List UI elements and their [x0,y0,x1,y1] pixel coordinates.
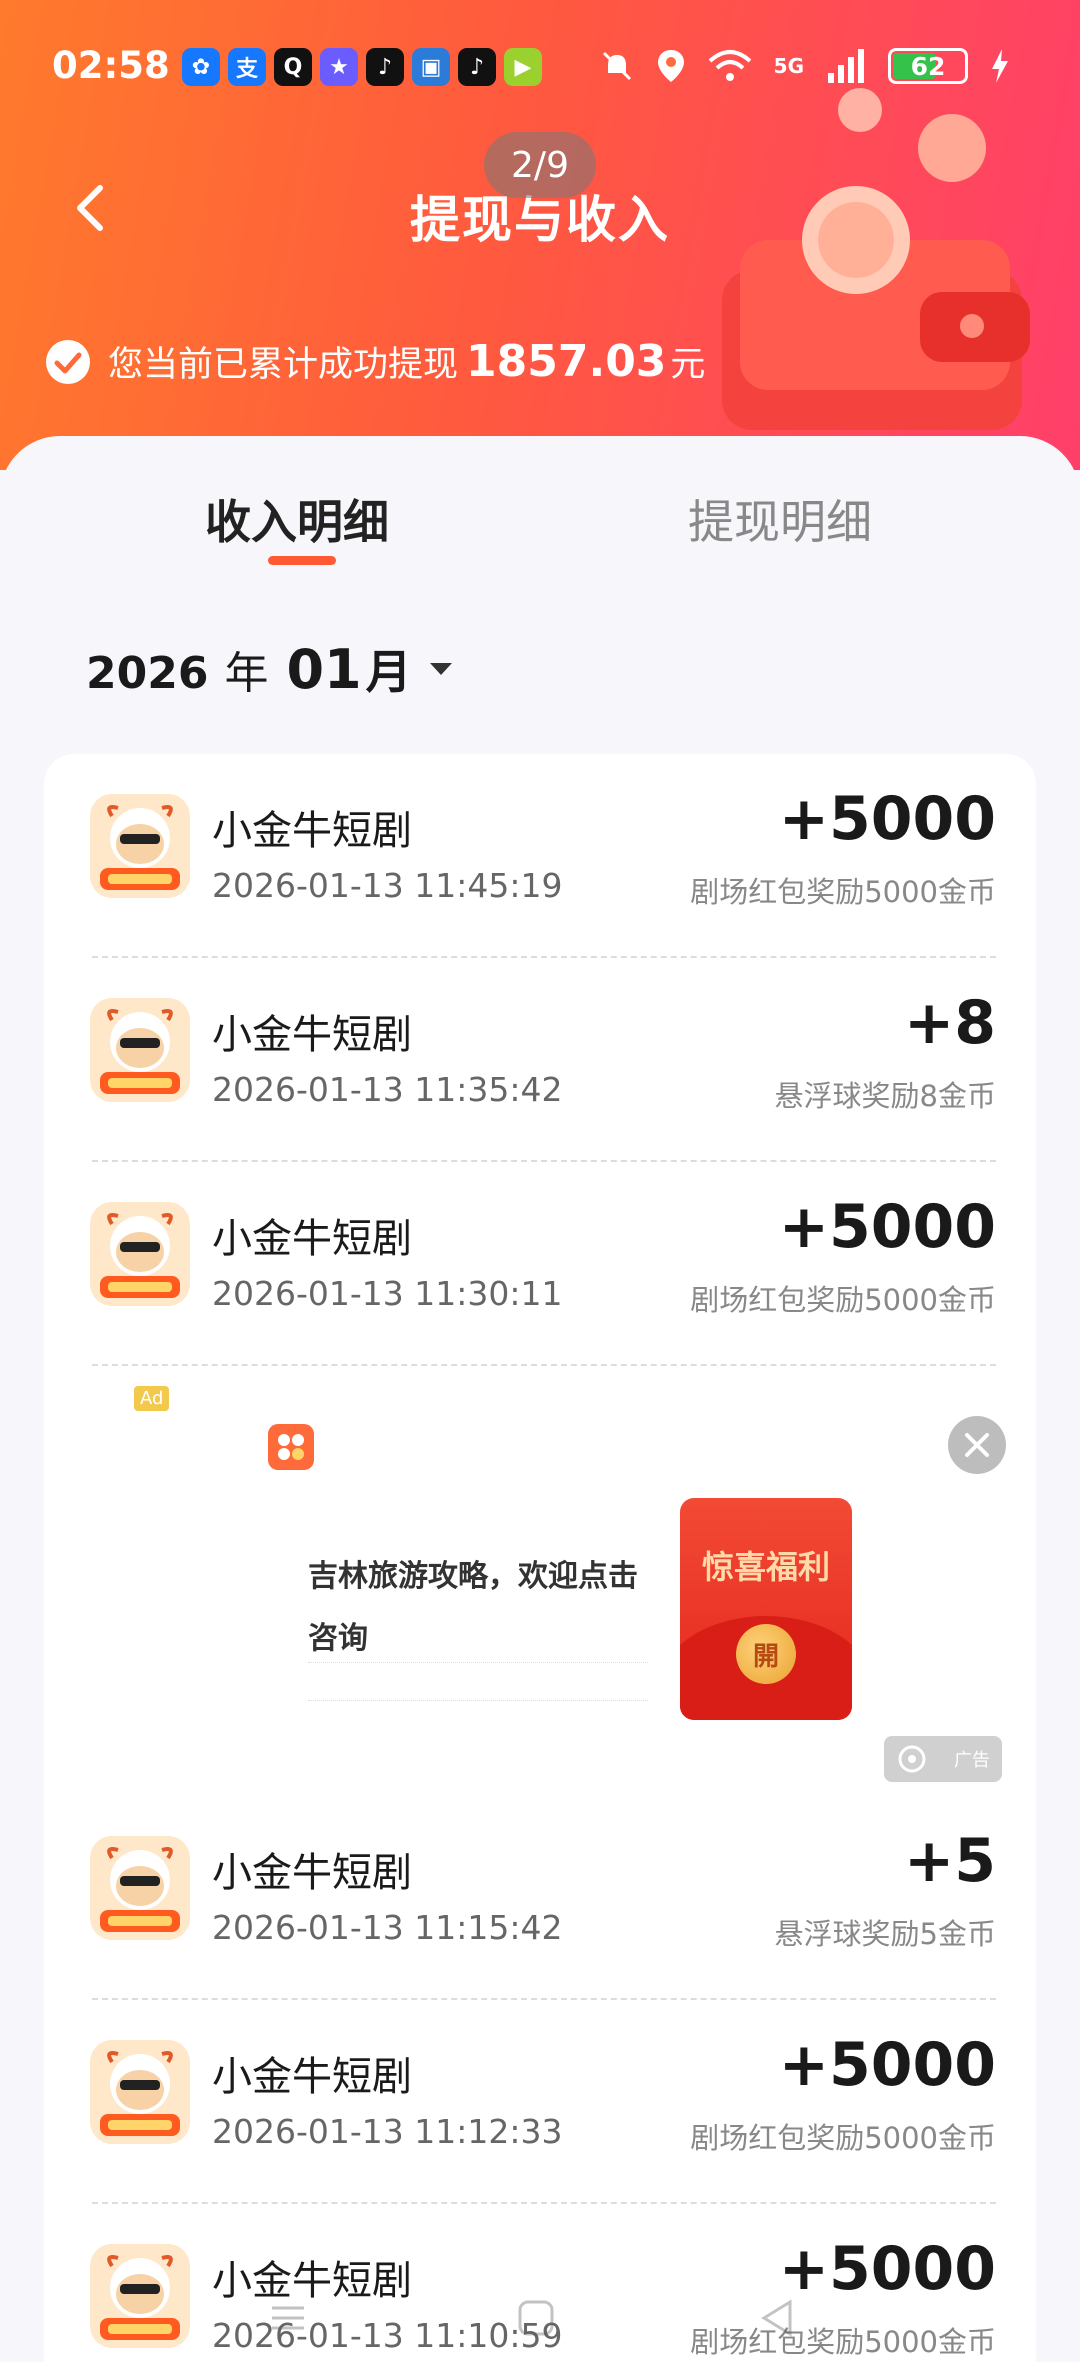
app-logo-icon [90,1202,190,1306]
row-description: 剧场红包奖励5000金币 [690,2325,996,2359]
row-description: 剧场红包奖励5000金币 [690,2121,996,2155]
caret-down-icon [429,663,452,675]
row-description: 剧场红包奖励5000金币 [690,875,996,909]
alipay-app-icon: 支 [228,48,266,86]
ad-headline[interactable]: 吉林旅游攻略，欢迎点击咨询 [308,1546,648,1670]
app-logo-icon [90,1836,190,1940]
status-bar: 02:58 ✿ 支 Q ★ ♪ ▣ ♪ ▶ 5G 62 [0,0,1080,130]
image-page-counter: 2/9 [484,132,596,198]
row-app-name: 小金牛短剧 [212,1012,412,1058]
income-row[interactable]: 小金牛短剧 2026-01-13 11:15:42 +5 悬浮球奖励5金币 [44,1796,1036,2000]
app-logo-icon [90,2244,190,2348]
row-amount: +5000 [778,784,996,854]
row-timestamp: 2026-01-13 11:30:11 [212,1274,563,1313]
tab-withdraw-detail[interactable]: 提现明细 [688,486,872,552]
network-type: 5G [773,54,804,78]
month-number: 01 [286,638,362,701]
row-amount: +5000 [778,2030,996,2100]
battery-indicator: 62 [888,48,968,84]
month-selector[interactable]: 2026 年 01 月 [86,636,454,702]
tiktok-app-icon: ♪ [366,48,404,86]
ad-network-icon [898,1745,926,1773]
app-logo-icon [90,998,190,1102]
home-icon[interactable] [514,2296,558,2340]
wifi-icon [708,50,751,81]
tab-bar: 收入明细 提现明细 [0,436,1080,576]
income-list: 小金牛短剧 2026-01-13 11:45:19 +5000 剧场红包奖励50… [44,754,1036,2362]
row-timestamp: 2026-01-13 11:45:19 [212,866,563,905]
qq-app-icon: Q [274,48,312,86]
row-timestamp: 2026-01-13 11:10:59 [212,2316,563,2355]
income-row[interactable]: 小金牛短剧 2026-01-13 11:30:11 +5000 剧场红包奖励50… [44,1162,1036,1366]
ad-close-button[interactable] [948,1416,1006,1474]
row-amount: +8 [903,988,996,1058]
row-description: 悬浮球奖励8金币 [774,1079,996,1113]
month-suffix: 月 [365,645,412,699]
pinwheel-app-icon: ✿ [182,48,220,86]
check-circle-icon [46,339,90,384]
location-icon [657,50,684,82]
row-app-name: 小金牛短剧 [212,1850,412,1896]
row-timestamp: 2026-01-13 11:12:33 [212,2112,563,2151]
active-tab-indicator [268,556,336,565]
notification-app-icons: ✿ 支 Q ★ ♪ ▣ ♪ ▶ [182,48,542,86]
status-indicators: 5G 62 [600,48,1010,84]
month-year: 2026 [86,648,209,699]
row-timestamp: 2026-01-13 11:15:42 [212,1908,563,1947]
ad-badge: Ad [134,1386,170,1411]
summary-amount: 1857.03 [466,336,667,387]
status-time: 02:58 [52,44,170,87]
year-suffix: 年 [224,648,269,699]
star-app-icon: ★ [320,48,358,86]
income-row[interactable]: 小金牛短剧 2026-01-13 11:35:42 +8 悬浮球奖励8金币 [44,958,1036,1162]
row-description: 剧场红包奖励5000金币 [690,1283,996,1317]
bilibili-app-icon: ▣ [412,48,450,86]
row-app-name: 小金牛短剧 [212,2054,412,2100]
ad-banner[interactable]: Ad 吉林旅游攻略，欢迎点击咨询 惊喜福利 開 广告 [44,1366,1036,1796]
app-logo-icon [90,2040,190,2144]
tab-income-detail[interactable]: 收入明细 [205,486,389,552]
row-amount: +5000 [778,1192,996,1262]
battery-level: 62 [910,51,946,81]
close-icon [965,1433,989,1457]
envelope-title: 惊喜福利 [701,1548,830,1586]
menu-icon[interactable] [266,2296,310,2340]
ad-tag-label: 广告 [954,1750,990,1771]
withdraw-summary: 您当前已累计成功提现 1857.03 元 [44,336,705,387]
row-timestamp: 2026-01-13 11:35:42 [212,1070,563,1109]
tiktok-lite-app-icon: ♪ [458,48,496,86]
row-app-name: 小金牛短剧 [212,1216,412,1262]
red-envelope-image[interactable]: 惊喜福利 開 [680,1498,852,1720]
ad-tag: 广告 [884,1736,1002,1782]
back-nav-icon[interactable] [756,2296,800,2340]
ad-divider [308,1700,648,1701]
summary-unit: 元 [670,345,706,385]
app-logo-icon [90,794,190,898]
row-app-name: 小金牛短剧 [212,808,412,854]
income-row[interactable]: 小金牛短剧 2026-01-13 11:12:33 +5000 剧场红包奖励50… [44,2000,1036,2204]
income-row[interactable]: 小金牛短剧 2026-01-13 11:45:19 +5000 剧场红包奖励50… [44,754,1036,958]
envelope-open-button: 開 [736,1624,796,1684]
header-banner: 02:58 ✿ 支 Q ★ ♪ ▣ ♪ ▶ 5G 62 提现与收入 您当前已累计… [0,0,1080,470]
row-app-name: 小金牛短剧 [212,2258,412,2304]
charging-icon [992,49,1008,83]
video-app-icon: ▶ [504,48,542,86]
content-sheet: 收入明细 提现明细 2026 年 01 月 小金牛短剧 2026-01-13 1… [0,436,1080,2362]
mute-icon [602,51,631,81]
summary-prefix: 您当前已累计成功提现 [108,345,459,385]
row-description: 悬浮球奖励5金币 [774,1917,996,1951]
row-amount: +5000 [778,2234,996,2304]
ad-divider [308,1662,648,1663]
ad-app-icon [268,1424,314,1470]
signal-icon [828,49,864,83]
row-amount: +5 [903,1826,996,1896]
